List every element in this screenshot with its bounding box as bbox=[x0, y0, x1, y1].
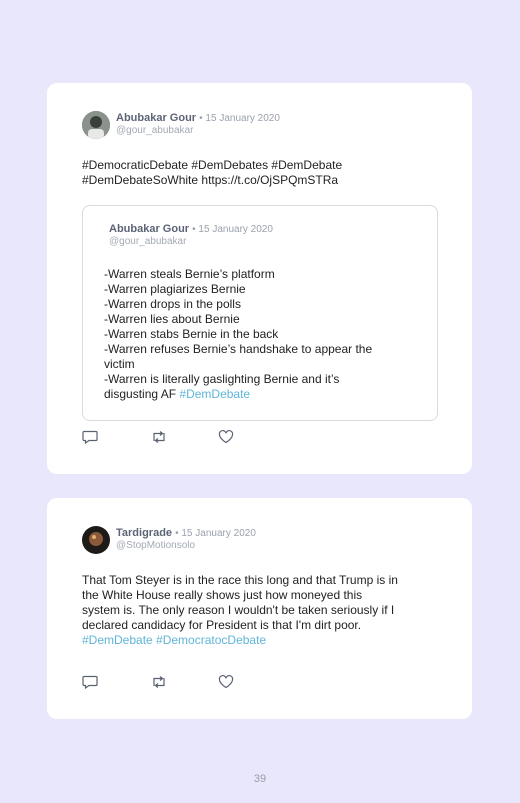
tweet-card: Tardigrade • 15 January 2020 @StopMotion… bbox=[47, 498, 472, 719]
quoted-author-name[interactable]: Abubakar Gour bbox=[109, 223, 189, 235]
tweet-text-line: That Tom Steyer is in the race this long… bbox=[82, 573, 398, 587]
quoted-line: -Warren is literally gaslighting Bernie … bbox=[104, 372, 340, 386]
quoted-handle[interactable]: @gour_abubakar bbox=[109, 236, 186, 247]
tweet-date: • 15 January 2020 bbox=[199, 113, 280, 124]
tweet-actions bbox=[82, 430, 286, 446]
avatar[interactable] bbox=[82, 111, 110, 139]
author-handle[interactable]: @StopMotionsolo bbox=[116, 540, 195, 551]
quoted-tweet[interactable]: Abubakar Gour • 15 January 2020 @gour_ab… bbox=[82, 205, 438, 421]
tweet-text: That Tom Steyer is in the race this long… bbox=[82, 573, 452, 648]
retweet-icon[interactable] bbox=[150, 675, 218, 691]
tweet-text-line[interactable]: #DemocraticDebate #DemDebates #DemDebate bbox=[82, 158, 442, 173]
quoted-line-text: disgusting AF bbox=[104, 387, 177, 401]
hashtag-link[interactable]: #DemDebate bbox=[179, 387, 250, 401]
quoted-date: • 15 January 2020 bbox=[192, 224, 273, 235]
author-name[interactable]: Tardigrade bbox=[116, 527, 172, 539]
tweet-text: #DemocraticDebate #DemDebates #DemDebate… bbox=[82, 158, 442, 188]
quoted-line: -Warren drops in the polls bbox=[104, 297, 241, 311]
tweet-text-line[interactable]: #DemDebateSoWhite https://t.co/OjSPQmSTR… bbox=[82, 173, 442, 188]
page-number: 39 bbox=[253, 773, 267, 785]
quoted-line: -Warren refuses Bernie’s handshake to ap… bbox=[104, 342, 373, 356]
quoted-line: -Warren steals Bernie’s platform bbox=[104, 267, 275, 281]
tweet-text-line: declared candidacy for President is that… bbox=[82, 618, 362, 632]
quoted-text: -Warren steals Bernie’s platform -Warren… bbox=[104, 267, 424, 402]
tweet-card: Abubakar Gour • 15 January 2020 @gour_ab… bbox=[47, 83, 472, 474]
heart-icon[interactable] bbox=[218, 430, 286, 446]
quoted-line: -Warren lies about Bernie bbox=[104, 312, 240, 326]
quoted-line: disgusting AF #DemDebate bbox=[104, 387, 424, 402]
quoted-line: victim bbox=[104, 357, 135, 371]
reply-icon[interactable] bbox=[82, 675, 150, 691]
retweet-icon[interactable] bbox=[150, 430, 218, 446]
hashtag-link[interactable]: #DemDebate #DemocratocDebate bbox=[82, 633, 452, 648]
quoted-line: -Warren plagiarizes Bernie bbox=[104, 282, 246, 296]
author-handle[interactable]: @gour_abubakar bbox=[116, 125, 193, 136]
tweet-actions bbox=[82, 675, 286, 691]
tweet-date: • 15 January 2020 bbox=[175, 528, 256, 539]
tweet-text-line: system is. The only reason I wouldn't be… bbox=[82, 603, 395, 617]
heart-icon[interactable] bbox=[218, 675, 286, 691]
avatar[interactable] bbox=[82, 526, 110, 554]
quoted-line: -Warren stabs Bernie in the back bbox=[104, 327, 279, 341]
reply-icon[interactable] bbox=[82, 430, 150, 446]
tweet-text-line: the White House really shows just how mo… bbox=[82, 588, 363, 602]
author-name[interactable]: Abubakar Gour bbox=[116, 112, 196, 124]
